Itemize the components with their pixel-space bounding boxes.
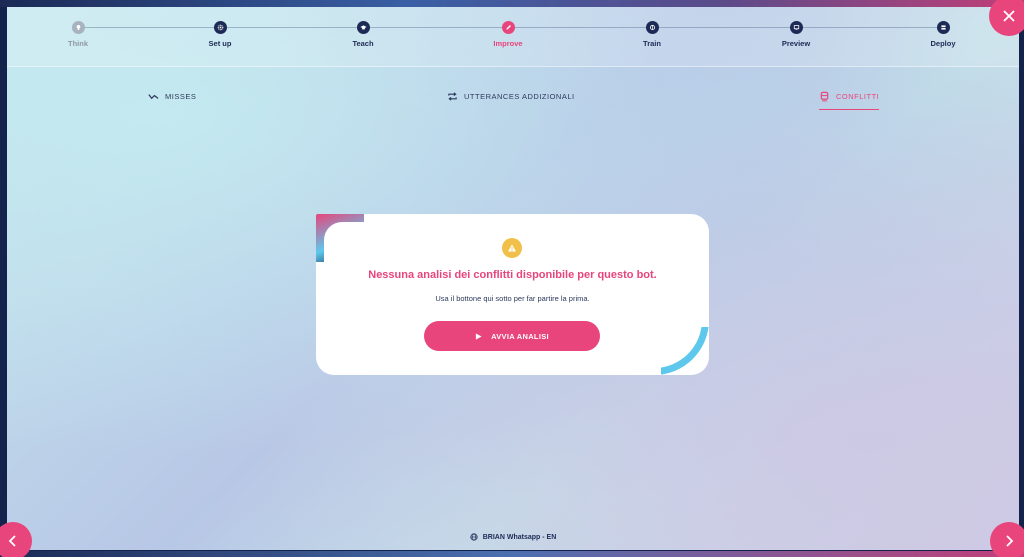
chevron-right-icon [1006, 535, 1014, 547]
empty-state-title: Nessuna analisi dei conflitti disponibil… [368, 269, 657, 281]
close-icon [1003, 10, 1015, 22]
step-setup[interactable]: Set up [175, 21, 265, 48]
tab-label: UTTERANCES ADDIZIONALI [464, 91, 575, 101]
step-think[interactable]: Think [33, 21, 123, 48]
active-tab-indicator [819, 108, 880, 110]
server-icon [936, 21, 950, 34]
warning-icon [502, 238, 522, 258]
improve-tabs: MISSES UTTERANCES ADDIZIONALI CONFLITTI [7, 83, 1019, 111]
lightbulb-icon [71, 21, 85, 34]
bot-name: BRIAN Whatsapp - EN [482, 533, 557, 541]
tab-utterances-addizionali[interactable]: UTTERANCES ADDIZIONALI [447, 83, 575, 109]
start-analysis-button[interactable]: AVVIA ANALISI [424, 321, 600, 351]
empty-state-card: Nessuna analisi dei conflitti disponibil… [316, 214, 709, 375]
chevron-left-icon [8, 535, 16, 547]
tab-label: CONFLITTI [836, 91, 880, 101]
step-label: Deploy [930, 39, 956, 48]
gear-icon [213, 21, 227, 34]
bottom-accent-strip [0, 551, 1024, 557]
start-analysis-label: AVVIA ANALISI [491, 331, 549, 341]
repeat-icon [448, 91, 457, 101]
step-label: Improve [493, 39, 523, 48]
step-teach[interactable]: Teach [318, 21, 408, 48]
step-label: Teach [352, 39, 374, 48]
step-label: Train [643, 39, 661, 48]
play-icon [475, 332, 482, 340]
tab-label: MISSES [165, 91, 197, 101]
step-label: Think [68, 39, 88, 48]
graduation-cap-icon [356, 21, 370, 34]
pencil-icon [501, 21, 515, 34]
step-improve[interactable]: Improve [463, 21, 553, 48]
step-train[interactable]: Train [607, 21, 697, 48]
stepper: Think Set up Teach Improve Train Preview… [7, 7, 1019, 67]
brain-icon [645, 21, 659, 34]
globe-icon [470, 533, 478, 541]
step-label: Set up [208, 39, 232, 48]
tab-conflitti[interactable]: CONFLITTI [819, 83, 880, 110]
trend-icon [148, 93, 159, 99]
empty-state-subtitle: Usa il bottone qui sotto per far partire… [435, 294, 590, 303]
screen-icon [789, 21, 803, 34]
step-preview[interactable]: Preview [751, 21, 841, 48]
train-icon [820, 91, 829, 101]
top-accent-strip [0, 0, 1024, 7]
wizard-frame: Think Set up Teach Improve Train Preview… [7, 7, 1019, 550]
step-label: Preview [781, 39, 811, 48]
bot-indicator: BRIAN Whatsapp - EN [7, 533, 1019, 541]
next-step-button[interactable] [990, 522, 1024, 557]
tab-misses[interactable]: MISSES [148, 83, 196, 109]
step-deploy[interactable]: Deploy [898, 21, 988, 48]
